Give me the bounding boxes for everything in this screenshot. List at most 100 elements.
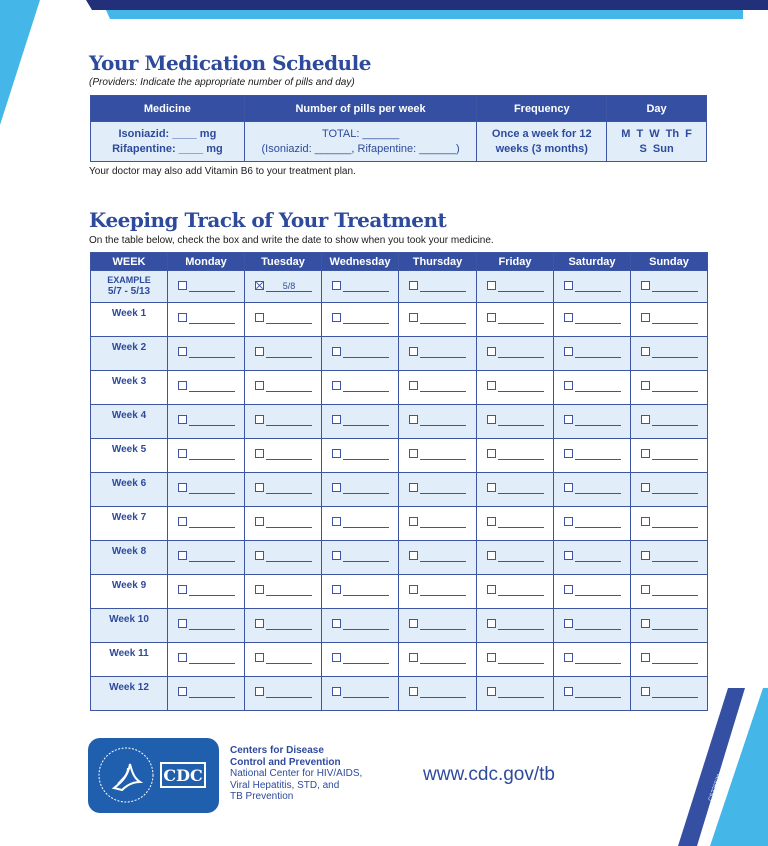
checkbox[interactable]: [332, 619, 341, 628]
checkbox[interactable]: [178, 585, 187, 594]
date-input[interactable]: [266, 415, 312, 426]
checkbox[interactable]: [641, 653, 650, 662]
date-input[interactable]: [498, 551, 544, 562]
checkbox[interactable]: [332, 653, 341, 662]
checkbox[interactable]: [641, 281, 650, 290]
date-input[interactable]: [420, 449, 466, 460]
checkbox[interactable]: [255, 313, 264, 322]
date-input[interactable]: [343, 687, 389, 698]
checkbox[interactable]: [255, 449, 264, 458]
checkbox[interactable]: [487, 517, 496, 526]
date-input[interactable]: [189, 449, 235, 460]
checkbox[interactable]: [409, 313, 418, 322]
checkbox[interactable]: [409, 585, 418, 594]
date-input[interactable]: [575, 687, 621, 698]
date-input[interactable]: [652, 381, 698, 392]
date-input[interactable]: [189, 517, 235, 528]
checkbox[interactable]: [255, 415, 264, 424]
date-input[interactable]: [420, 347, 466, 358]
checkbox[interactable]: [409, 483, 418, 492]
checkbox[interactable]: [564, 551, 573, 560]
checkbox[interactable]: [487, 415, 496, 424]
checkbox[interactable]: [409, 281, 418, 290]
date-input[interactable]: [189, 415, 235, 426]
date-input[interactable]: [189, 483, 235, 494]
checkbox[interactable]: [178, 281, 187, 290]
date-input[interactable]: [498, 347, 544, 358]
date-input[interactable]: [652, 281, 698, 292]
date-input[interactable]: [575, 313, 621, 324]
date-input[interactable]: [498, 449, 544, 460]
checkbox[interactable]: [487, 653, 496, 662]
date-input[interactable]: [498, 381, 544, 392]
checkbox[interactable]: [641, 483, 650, 492]
checkbox[interactable]: [641, 381, 650, 390]
date-input[interactable]: [266, 687, 312, 698]
date-input[interactable]: [575, 449, 621, 460]
checkbox[interactable]: [255, 483, 264, 492]
checkbox[interactable]: [487, 619, 496, 628]
date-input[interactable]: [652, 449, 698, 460]
date-input[interactable]: [652, 687, 698, 698]
checkbox[interactable]: [178, 415, 187, 424]
checkbox[interactable]: [332, 517, 341, 526]
checkbox[interactable]: [332, 585, 341, 594]
date-input[interactable]: [189, 653, 235, 664]
date-input[interactable]: [266, 313, 312, 324]
checkbox[interactable]: [487, 381, 496, 390]
checkbox[interactable]: [178, 347, 187, 356]
date-input[interactable]: [420, 585, 466, 596]
checkbox[interactable]: [332, 347, 341, 356]
date-input[interactable]: [498, 415, 544, 426]
date-input[interactable]: [652, 347, 698, 358]
checkbox[interactable]: [564, 449, 573, 458]
date-input[interactable]: [575, 653, 621, 664]
checkbox[interactable]: [487, 449, 496, 458]
cdc-tb-url-link[interactable]: www.cdc.gov/tb: [423, 764, 555, 786]
checkbox[interactable]: [641, 449, 650, 458]
checkbox[interactable]: [641, 585, 650, 594]
date-input[interactable]: [420, 483, 466, 494]
date-input[interactable]: [652, 415, 698, 426]
checkbox[interactable]: [641, 347, 650, 356]
checkbox[interactable]: [564, 381, 573, 390]
date-input[interactable]: [266, 347, 312, 358]
date-input[interactable]: [266, 585, 312, 596]
date-input[interactable]: [498, 517, 544, 528]
date-input[interactable]: [498, 687, 544, 698]
date-input[interactable]: [498, 653, 544, 664]
date-input[interactable]: [343, 483, 389, 494]
checkbox[interactable]: [487, 313, 496, 322]
checkbox[interactable]: [178, 687, 187, 696]
date-input[interactable]: [343, 313, 389, 324]
day-cell[interactable]: M T W Th F S Sun: [606, 121, 707, 162]
checkbox[interactable]: [178, 313, 187, 322]
checkbox[interactable]: [487, 281, 496, 290]
date-input[interactable]: [575, 415, 621, 426]
checkbox[interactable]: [487, 687, 496, 696]
date-input[interactable]: [575, 551, 621, 562]
checkbox[interactable]: [255, 585, 264, 594]
checkbox[interactable]: [332, 551, 341, 560]
date-input[interactable]: [652, 483, 698, 494]
date-input[interactable]: [343, 653, 389, 664]
date-input[interactable]: [266, 483, 312, 494]
checkbox[interactable]: [332, 381, 341, 390]
checkbox[interactable]: [409, 449, 418, 458]
checkbox[interactable]: [564, 653, 573, 662]
date-input[interactable]: [420, 381, 466, 392]
checkbox[interactable]: [178, 381, 187, 390]
date-input[interactable]: [189, 381, 235, 392]
date-input[interactable]: [266, 619, 312, 630]
checkbox[interactable]: [409, 347, 418, 356]
date-input[interactable]: [266, 517, 312, 528]
date-input[interactable]: [420, 313, 466, 324]
checkbox[interactable]: [641, 313, 650, 322]
date-input[interactable]: [498, 281, 544, 292]
date-input[interactable]: [266, 653, 312, 664]
date-input[interactable]: [498, 619, 544, 630]
checkbox[interactable]: [564, 517, 573, 526]
date-input[interactable]: [575, 347, 621, 358]
checkbox[interactable]: [564, 347, 573, 356]
date-input[interactable]: [266, 449, 312, 460]
